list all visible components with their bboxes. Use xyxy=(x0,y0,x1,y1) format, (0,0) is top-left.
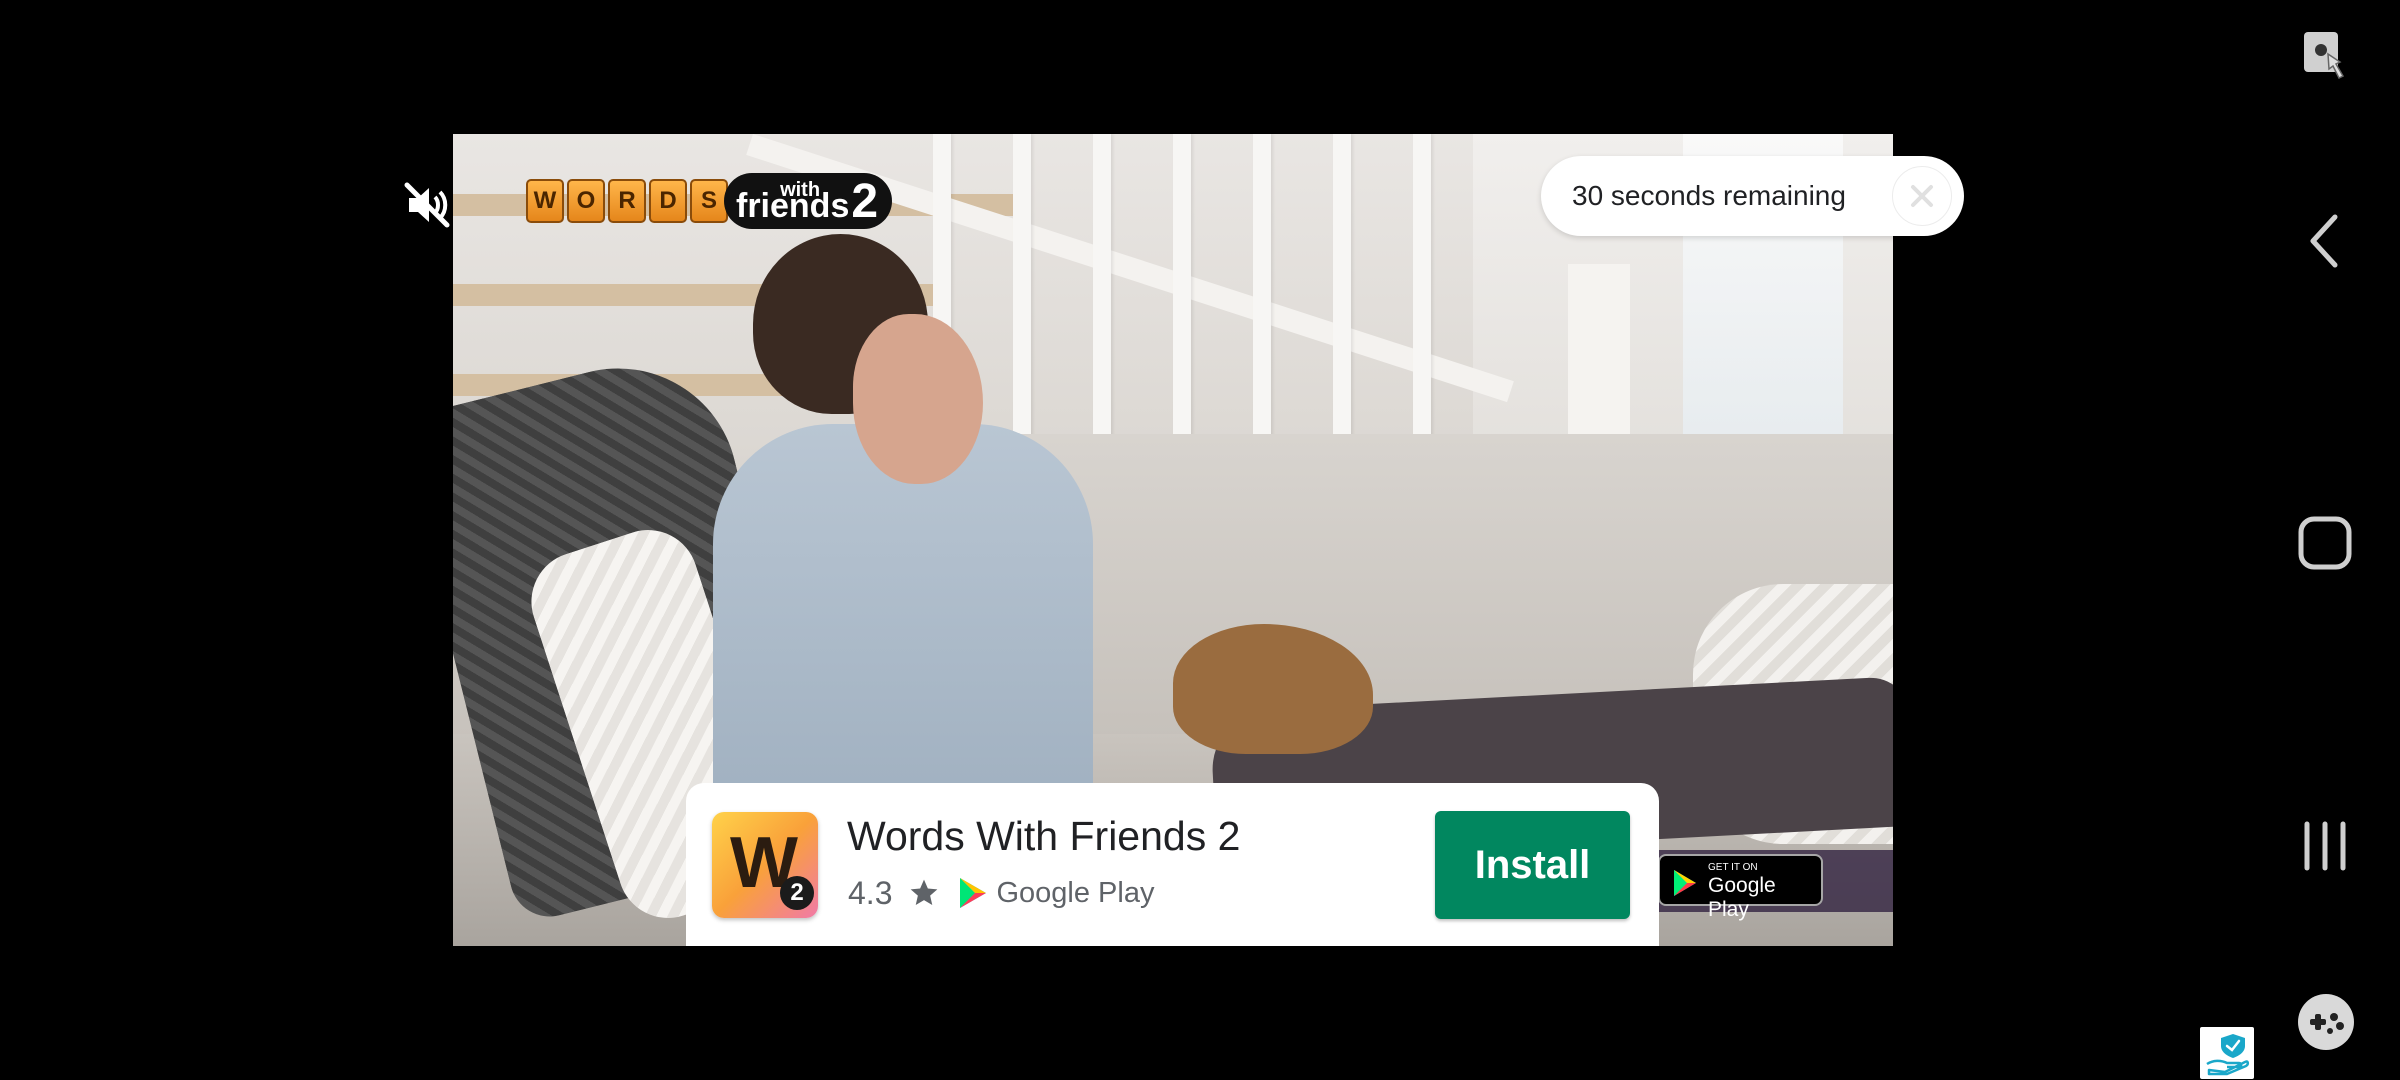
rating-row: 4.3 Google Play xyxy=(848,871,1154,915)
brand-tile: O xyxy=(567,179,605,223)
video-scene-rail xyxy=(1173,134,1191,464)
video-scene-rail xyxy=(1253,134,1271,464)
screenshot-touch-button[interactable] xyxy=(2296,28,2354,88)
game-tools-button[interactable] xyxy=(2296,992,2356,1052)
app-icon-number: 2 xyxy=(780,876,814,910)
store-name: Google Play xyxy=(996,876,1155,909)
brand-tile: S xyxy=(690,179,728,223)
google-play-icon xyxy=(960,878,987,908)
recents-button[interactable] xyxy=(2296,816,2354,876)
brand-tile: R xyxy=(608,179,646,223)
app-icon[interactable]: W 2 xyxy=(712,812,818,918)
screenshot-touch-icon xyxy=(2304,32,2345,80)
video-scene-rail xyxy=(1413,134,1431,464)
recents-bars-icon xyxy=(2304,821,2346,871)
screen: W O R D S with friends 2 GET IT ON Googl xyxy=(0,0,2400,1080)
brand-number: 2 xyxy=(851,174,879,228)
brand-tiles: W O R D S xyxy=(526,179,728,223)
brand-logo: W O R D S with friends 2 xyxy=(526,166,893,236)
video-scene-rail xyxy=(1013,134,1031,464)
home-button[interactable] xyxy=(2296,513,2354,573)
shield-hand-icon xyxy=(2206,1034,2250,1076)
brand-bubble: with friends 2 xyxy=(724,173,893,229)
rating-value: 4.3 xyxy=(848,874,893,911)
close-ad-button[interactable] xyxy=(1892,166,1952,226)
home-square-icon xyxy=(2298,516,2352,570)
timer-text: 30 seconds remaining xyxy=(1572,180,1846,211)
brand-with: with xyxy=(780,179,821,201)
install-card[interactable]: W 2 Words With Friends 2 4.3 Google Play… xyxy=(686,783,1659,946)
back-button[interactable] xyxy=(2298,210,2352,272)
badge-small-text: GET IT ON xyxy=(1708,862,1758,873)
video-scene-person-face xyxy=(853,314,983,484)
brand-tile: W xyxy=(526,179,564,223)
install-button[interactable]: Install xyxy=(1435,811,1630,919)
google-play-logo: Google Play xyxy=(958,877,1154,910)
brand-tile: D xyxy=(649,179,687,223)
back-chevron-icon xyxy=(2310,214,2338,268)
mute-speaker-icon xyxy=(404,182,450,228)
gamepad-icon xyxy=(2298,994,2354,1050)
video-scene-rail xyxy=(1093,134,1111,464)
star-icon xyxy=(911,879,938,905)
badge-big-text: Google Play xyxy=(1708,874,1776,921)
app-name[interactable]: Words With Friends 2 xyxy=(847,813,1240,860)
close-icon xyxy=(1911,185,1933,207)
video-scene-rail xyxy=(1333,134,1351,464)
play-triangle-icon xyxy=(1674,870,1696,896)
shield-badge[interactable] xyxy=(2200,1027,2254,1079)
mute-button[interactable] xyxy=(398,176,456,234)
google-play-badge[interactable]: GET IT ON Google Play xyxy=(1658,854,1823,921)
ad-timer: 30 seconds remaining xyxy=(1541,156,1964,236)
